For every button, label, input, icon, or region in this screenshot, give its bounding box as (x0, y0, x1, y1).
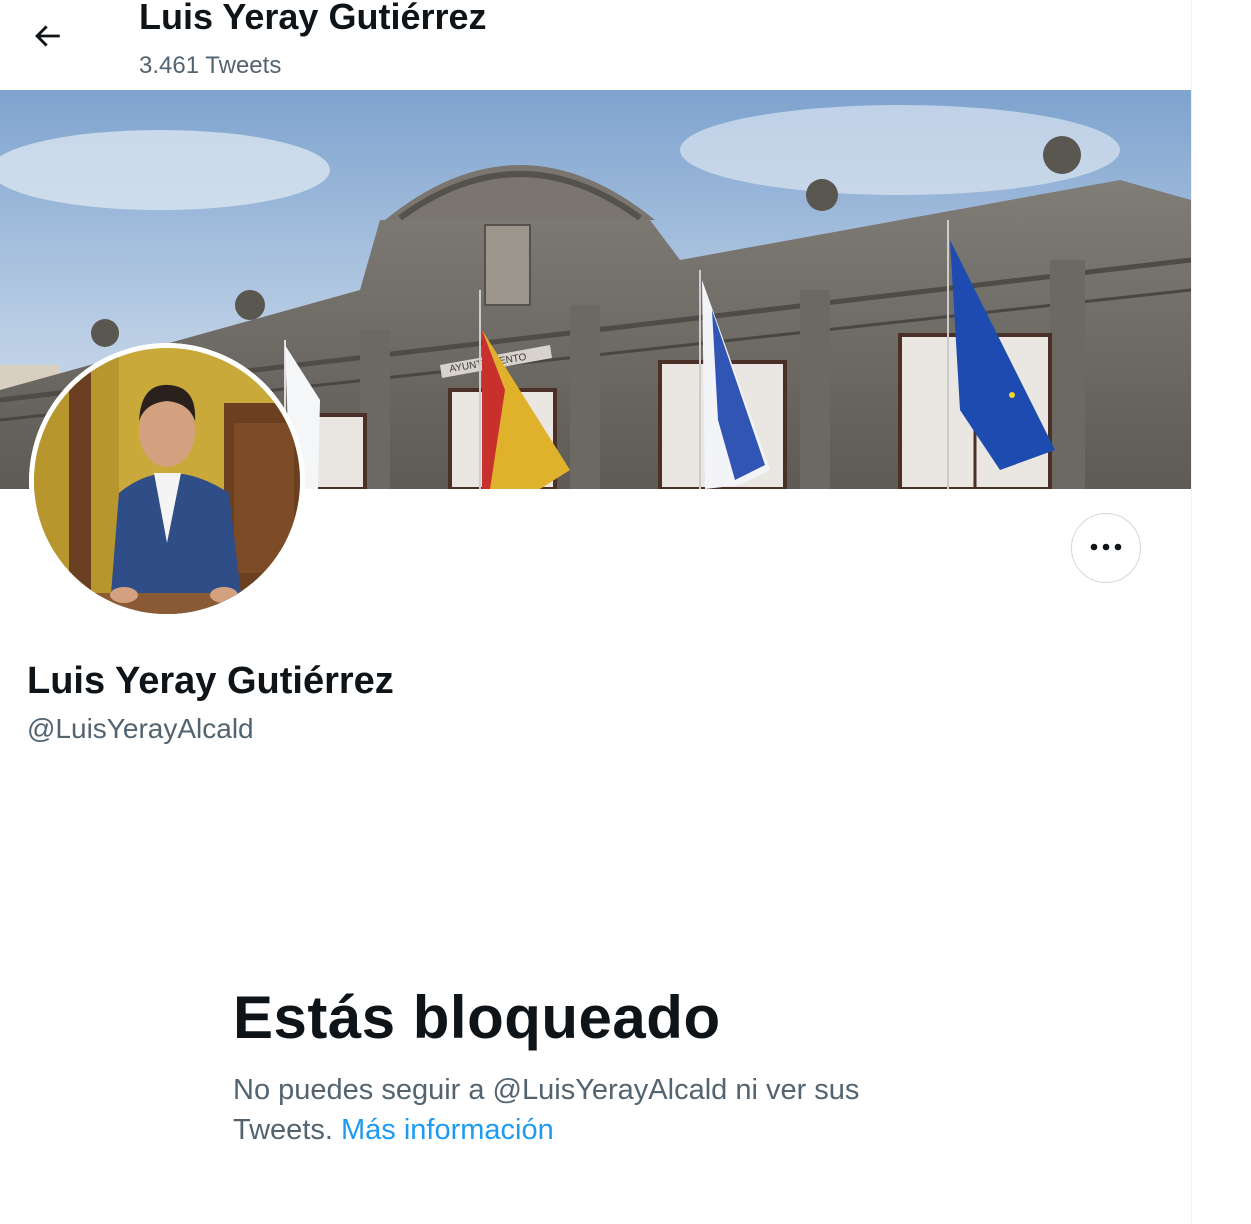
header-title: Luis Yeray Gutiérrez (139, 0, 487, 37)
blocked-message: No puedes seguir a @LuisYerayAlcald ni v… (233, 1070, 933, 1150)
profile-column: Luis Yeray Gutiérrez 3.461 Tweets Luis Y… (0, 0, 1192, 1224)
more-horizontal-icon (1089, 539, 1123, 557)
tweet-count: 3.461 Tweets (139, 52, 282, 79)
blocked-title: Estás bloqueado (233, 984, 721, 1051)
profile-avatar[interactable] (29, 343, 305, 619)
back-button[interactable] (22, 15, 72, 61)
more-options-button[interactable] (1071, 513, 1141, 583)
profile-header: Luis Yeray Gutiérrez 3.461 Tweets (0, 0, 1191, 90)
profile-name: Luis Yeray Gutiérrez (27, 660, 394, 702)
profile-handle: @LuisYerayAlcald (27, 713, 254, 744)
arrow-left-icon (30, 19, 64, 58)
learn-more-link[interactable]: Más información (341, 1114, 554, 1146)
